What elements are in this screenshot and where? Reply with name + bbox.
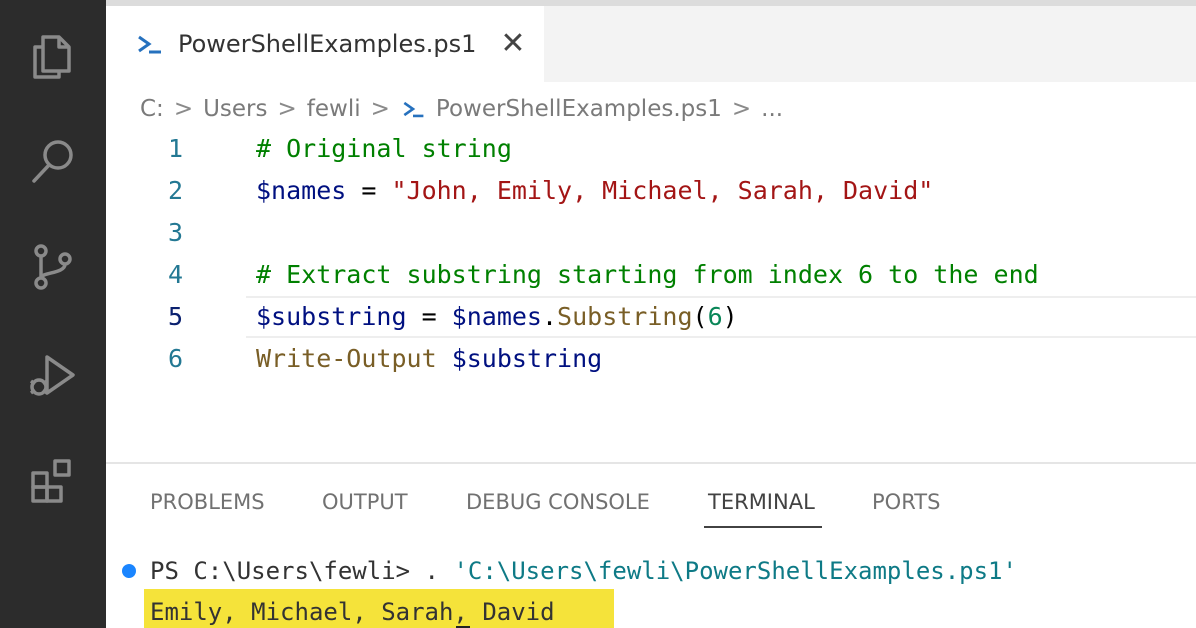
close-icon[interactable]: ✕: [500, 29, 525, 59]
command-status-dot[interactable]: [122, 564, 136, 578]
code-line[interactable]: 2 $names = "John, Emily, Michael, Sarah, …: [106, 170, 1196, 212]
code-text: # Original string: [256, 128, 512, 170]
line-number: 2: [168, 176, 184, 205]
code-line[interactable]: 6 Write-Output $substring: [106, 338, 1196, 380]
code-token: (: [692, 302, 708, 331]
chevron-right-icon: >: [370, 96, 390, 122]
terminal-command-arg: 'C:\Users\fewli\PowerShellExamples.ps1': [453, 557, 1017, 585]
breadcrumb-item-drive[interactable]: C:: [140, 96, 164, 122]
code-text: # Extract substring starting from index …: [256, 254, 1039, 296]
code-token: $names: [256, 176, 347, 205]
code-token: "John, Emily, Michael, Sarah, David": [391, 176, 934, 205]
tab-label: PowerShellExamples.ps1: [178, 30, 477, 58]
terminal-output-line: Emily, Michael, Sarah, David: [150, 594, 555, 628]
terminal-prompt: PS C:\Users\fewli> .: [150, 557, 454, 585]
code-token: 6: [707, 302, 723, 331]
run-debug-icon[interactable]: [22, 344, 84, 406]
breadcrumb-item-file[interactable]: PowerShellExamples.ps1: [436, 96, 722, 122]
tab-ports[interactable]: PORTS: [872, 490, 940, 514]
code-token: Substring: [557, 302, 693, 331]
line-number: 5: [168, 302, 184, 331]
code-editor[interactable]: 1 # Original string 2 $names = "John, Emily…: [106, 128, 1196, 448]
bottom-panel: PROBLEMS OUTPUT DEBUG CONSOLE TERMINAL P…: [106, 462, 1196, 628]
tab-output[interactable]: OUTPUT: [322, 490, 408, 514]
breadcrumb-item-user[interactable]: fewli: [307, 96, 361, 122]
extensions-icon[interactable]: [22, 450, 84, 512]
code-token: =: [406, 302, 452, 331]
tab-powershell-examples[interactable]: PowerShellExamples.ps1 ✕: [106, 6, 544, 82]
code-token: $substring: [256, 302, 407, 331]
chevron-right-icon: >: [173, 96, 194, 122]
editor-tab-bar: PowerShellExamples.ps1 ✕: [106, 6, 1196, 82]
activity-bar: [0, 0, 106, 628]
code-token: =: [346, 176, 392, 205]
line-number: 4: [168, 260, 184, 289]
code-line[interactable]: 5 $substring = $names.Substring(6): [106, 296, 1196, 338]
terminal-output: Emily, Michael, Sarah, David: [150, 598, 555, 626]
breadcrumb-item-users[interactable]: Users: [203, 96, 267, 122]
code-line[interactable]: 1 # Original string: [106, 128, 1196, 170]
chevron-right-icon: >: [731, 96, 752, 122]
code-line[interactable]: 4 # Extract substring starting from index…: [106, 254, 1196, 296]
search-icon[interactable]: [22, 130, 84, 192]
tab-debug-console[interactable]: DEBUG CONSOLE: [466, 490, 650, 514]
panel-tab-bar: PROBLEMS OUTPUT DEBUG CONSOLE TERMINAL P…: [106, 464, 1196, 536]
breadcrumb: C: > Users > fewli > PowerShellExamples.…: [140, 92, 783, 126]
code-token: Write-Output: [256, 344, 437, 373]
code-token: ): [722, 302, 738, 331]
active-tab-indicator: [704, 526, 822, 528]
explorer-files-icon[interactable]: [22, 26, 84, 88]
source-control-icon[interactable]: [22, 236, 84, 298]
powershell-icon: [138, 35, 161, 54]
powershell-icon: [403, 101, 424, 118]
code-token: # Original string: [256, 134, 512, 163]
tab-terminal[interactable]: TERMINAL: [708, 490, 815, 514]
terminal-command-line: PS C:\Users\fewli> . 'C:\Users\fewli\Pow…: [150, 553, 1017, 589]
code-line[interactable]: 3: [106, 212, 1196, 254]
code-token: $names: [451, 302, 542, 331]
tab-problems[interactable]: PROBLEMS: [150, 490, 265, 514]
code-token: $substring: [451, 344, 603, 373]
line-number: 3: [168, 218, 184, 247]
code-text: $substring = $names.Substring(6): [256, 296, 738, 338]
line-number: 1: [168, 134, 184, 163]
chevron-right-icon: >: [277, 96, 297, 122]
code-text: Write-Output $substring: [256, 338, 602, 380]
code-text: $names = "John, Emily, Michael, Sarah, D…: [256, 170, 933, 212]
code-token: # Extract substring starting from index …: [256, 260, 1039, 289]
breadcrumb-item-symbols[interactable]: ...: [761, 96, 783, 122]
code-token: .: [541, 302, 558, 331]
line-number: 6: [168, 344, 184, 373]
